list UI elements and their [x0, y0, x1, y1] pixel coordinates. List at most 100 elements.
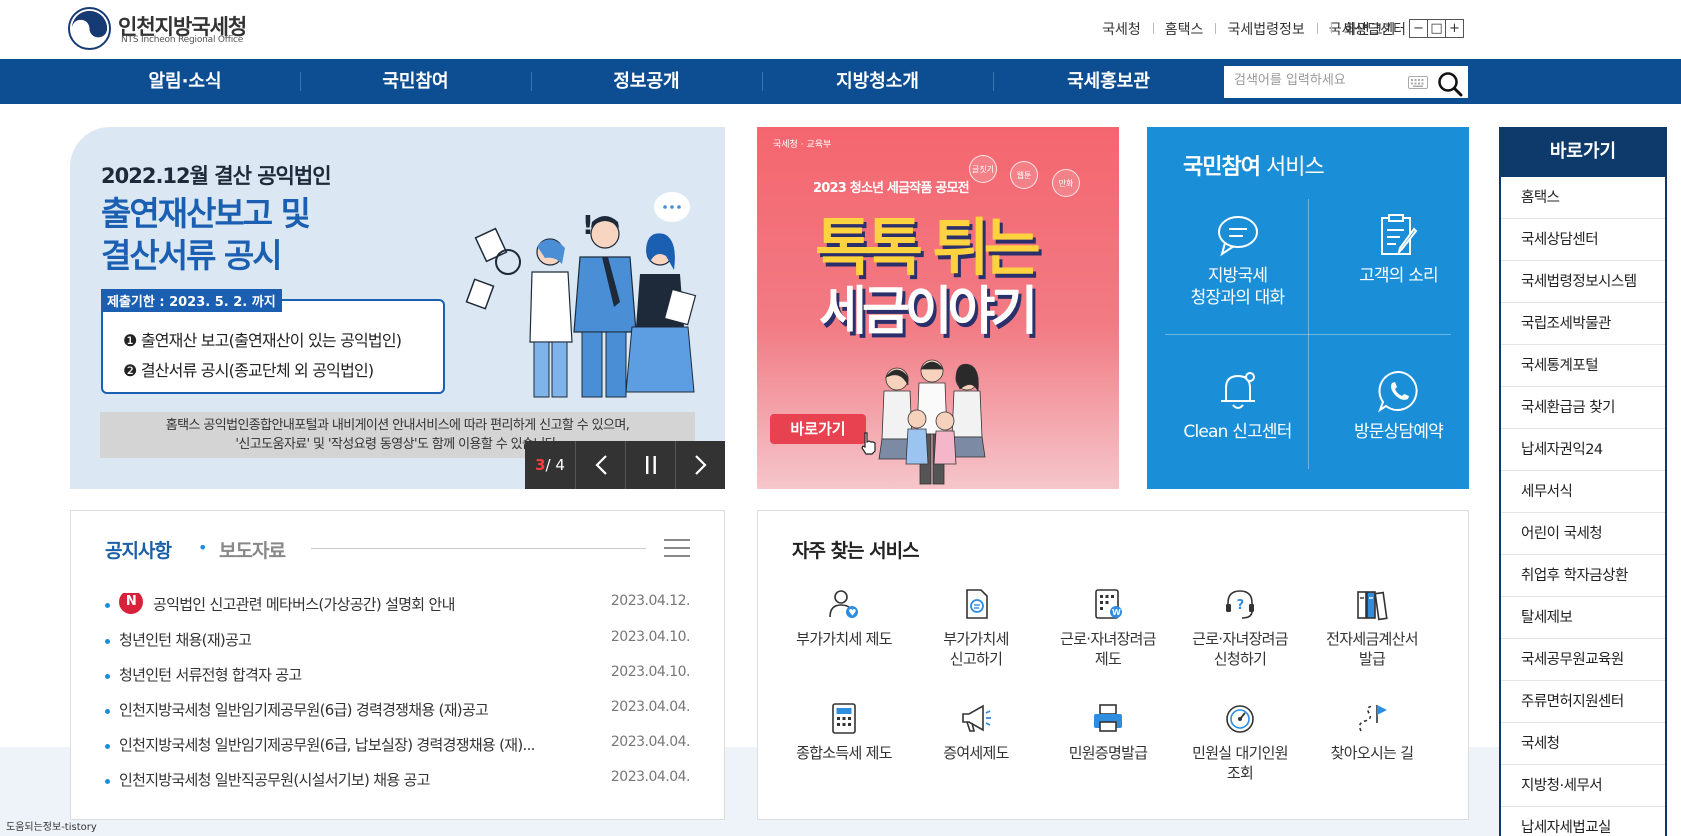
quick-link-student-loan[interactable]: 취업후 학자금상환 [1501, 555, 1665, 597]
table-row[interactable]: 인천지방국세청 일반임기제공무원(6급) 경력경쟁채용 (재)공고 2023.0… [105, 699, 691, 734]
service-visit-consultation[interactable]: 방문상담예약 [1328, 369, 1469, 443]
tab-notices[interactable]: 공지사항 [105, 536, 172, 563]
table-row[interactable]: 청년인턴 서류전형 합격자 공고 2023.04.10. [105, 664, 691, 699]
quick-link-tax-evasion-report[interactable]: 탈세제보 [1501, 597, 1665, 639]
table-row[interactable]: 청년인턴 채용(재)공고 2023.04.10. [105, 629, 691, 664]
phone-bubble-icon [1377, 370, 1418, 413]
quick-link-nts[interactable]: 국세청 [1501, 723, 1665, 765]
table-row[interactable]: N 공익법인 신고관련 메타버스(가상공간) 설명회 안내 2023.04.12. [105, 593, 691, 628]
quick-link-hometax[interactable]: 홈택스 [1501, 177, 1665, 219]
quick-link-training-institute[interactable]: 국세공무원교육원 [1501, 639, 1665, 681]
bullet [105, 744, 110, 749]
svg-text:?: ? [1237, 598, 1244, 613]
tab-press-releases[interactable]: 보도자료 [219, 536, 286, 563]
service-divider-h [1165, 334, 1451, 335]
search-icon[interactable] [1437, 71, 1463, 97]
search-input[interactable] [1234, 73, 1409, 88]
bubble-comic: 만화 [1052, 169, 1080, 197]
watermark-text: 도움되는정보-tistory [6, 822, 97, 833]
util-link-nts[interactable]: 국세청 [1090, 19, 1153, 39]
freq-directions[interactable]: 찾아오시는 길 [1306, 701, 1438, 763]
notice-title[interactable]: 청년인턴 채용(재)공고 [119, 629, 589, 650]
notepad-pen-icon [1380, 214, 1417, 256]
table-row[interactable]: 인천지방국세청 일반임기제공무원(6급, 납보실장) 경력경쟁채용 (재)...… [105, 734, 691, 769]
nav-item-promotion[interactable]: 국세홍보관 [993, 59, 1224, 104]
banner-item-1: ❶ 출연재산 보고(출연재산이 있는 공익법인) [123, 331, 402, 350]
quick-links-title: 바로가기 [1501, 127, 1665, 177]
new-badge: N [119, 593, 143, 614]
printer-icon [1094, 704, 1122, 732]
tab-separator: • [198, 538, 208, 557]
banner-subtitle: 2022.12월 결산 공익법인 [101, 164, 332, 188]
logo-subtext: NTS Incheon Regional Office [121, 35, 244, 45]
chevron-left-icon [594, 455, 607, 475]
bullet [105, 603, 110, 608]
megaphone-icon [962, 704, 991, 732]
freq-vat-system[interactable]: ♥ 부가가치세 제도 [778, 587, 910, 649]
freq-earned-income-apply[interactable]: ? 근로·자녀장려금 신청하기 [1174, 587, 1306, 669]
service-chat-with-commissioner[interactable]: 지방국세 청장과의 대화 [1167, 213, 1308, 309]
service-clean-report-center[interactable]: Clean 신고센터 [1167, 369, 1308, 443]
util-link-hometax[interactable]: 홈택스 [1152, 19, 1216, 39]
quick-link-statistics[interactable]: 국세통계포털 [1501, 345, 1665, 387]
notice-title[interactable]: 인천지방국세청 일반직공무원(시설서기보) 채용 공고 [119, 769, 589, 790]
header: 인천지방국세청 NTS Incheon Regional Office 국세청 … [0, 0, 1681, 59]
freq-waiting-count[interactable]: 민원실 대기인원 조회 [1174, 701, 1306, 783]
quick-link-taxpayer-rights[interactable]: 납세자권익24 [1501, 429, 1665, 471]
freq-income-tax-system[interactable]: 종합소득세 제도 [778, 701, 910, 763]
notice-date: 2023.04.12. [610, 593, 691, 609]
students-illustration-icon [878, 359, 986, 485]
contest-go-button[interactable]: 바로가기 [770, 414, 866, 444]
font-reset-button[interactable]: □ [1427, 19, 1446, 38]
util-divider [1331, 22, 1332, 33]
notice-date: 2023.04.04. [610, 699, 691, 715]
notice-date: 2023.04.10. [610, 664, 691, 680]
util-link-law[interactable]: 국세법령정보 [1215, 19, 1316, 39]
keyboard-icon[interactable] [1408, 76, 1428, 89]
font-decrease-button[interactable]: − [1409, 19, 1428, 38]
quick-link-consult[interactable]: 국세상담센터 [1501, 219, 1665, 261]
quick-link-tax-museum[interactable]: 국립조세박물관 [1501, 303, 1665, 345]
contest-title: 2023 청소년 세금작품 공모전 [813, 181, 970, 196]
freq-earned-income-credit[interactable]: W 근로·자녀장려금 제도 [1042, 587, 1174, 669]
table-row[interactable]: 인천지방국세청 일반직공무원(시설서기보) 채용 공고 2023.04.04. [105, 769, 691, 804]
slide-prev-button[interactable] [575, 441, 625, 489]
freq-vat-filing[interactable]: 부가가치세 신고하기 [910, 587, 1042, 669]
slide-next-button[interactable] [675, 441, 725, 489]
service-title: 국민참여 서비스 [1183, 155, 1325, 180]
freq-gift-tax-system[interactable]: 증여세제도 [910, 701, 1042, 763]
notice-date: 2023.04.04. [610, 734, 691, 750]
bullet [105, 674, 110, 679]
notice-title[interactable]: 인천지방국세청 일반임기제공무원(6급, 납보실장) 경력경쟁채용 (재)... [119, 734, 589, 755]
banner-title-line2: 결산서류 공시 [101, 236, 283, 275]
quick-link-liquor-license[interactable]: 주류면허지원센터 [1501, 681, 1665, 723]
quick-link-tax-class[interactable]: 납세자세법교실 [1501, 807, 1665, 836]
nav-item-about[interactable]: 지방청소개 [762, 59, 993, 104]
route-flag-icon [1358, 705, 1387, 732]
service-customer-voice[interactable]: 고객의 소리 [1328, 213, 1469, 287]
notice-title[interactable]: 청년인턴 서류전형 합격자 공고 [119, 664, 589, 685]
more-menu-icon[interactable] [664, 537, 690, 559]
notice-title[interactable]: 인천지방국세청 일반임기제공무원(6급) 경력경쟁채용 (재)공고 [119, 699, 589, 720]
quick-link-tax-forms[interactable]: 세무서식 [1501, 471, 1665, 513]
slide-pause-button[interactable] [625, 441, 675, 489]
search-box [1223, 65, 1469, 99]
hand-cursor-icon [861, 432, 876, 455]
nav-item-participation[interactable]: 국민참여 [300, 59, 531, 104]
main-banner-slide[interactable]: 2022.12월 결산 공익법인 출연재산보고 및 결산서류 공시 ❶ 출연재산… [70, 127, 725, 489]
freq-certificate-issue[interactable]: 민원증명발급 [1042, 701, 1174, 763]
bubble-writing: 글짓기 [969, 155, 997, 183]
slide-total: / 4 [545, 456, 565, 474]
nav-item-news[interactable]: 알림·소식 [70, 59, 300, 104]
quick-link-law-system[interactable]: 국세법령정보시스템 [1501, 261, 1665, 303]
freq-e-tax-invoice[interactable]: 전자세금계산서 발급 [1306, 587, 1438, 669]
quick-link-refund[interactable]: 국세환급금 찾기 [1501, 387, 1665, 429]
banner-deadline: 제출기한 : 2023. 5. 2. 까지 [101, 289, 282, 312]
quick-link-kids[interactable]: 어린이 국세청 [1501, 513, 1665, 555]
font-increase-button[interactable]: + [1445, 19, 1464, 38]
quick-link-offices[interactable]: 지방청·세무서 [1501, 765, 1665, 807]
taegeuk-logo-icon[interactable] [68, 7, 111, 50]
font-size-controls: − □ + [1409, 19, 1464, 38]
contest-banner[interactable]: 국세청 · 교육부 글짓기 웹툰 만화 2023 청소년 세금작품 공모전 톡톡… [757, 127, 1119, 489]
nav-item-disclosure[interactable]: 정보공개 [531, 59, 762, 104]
